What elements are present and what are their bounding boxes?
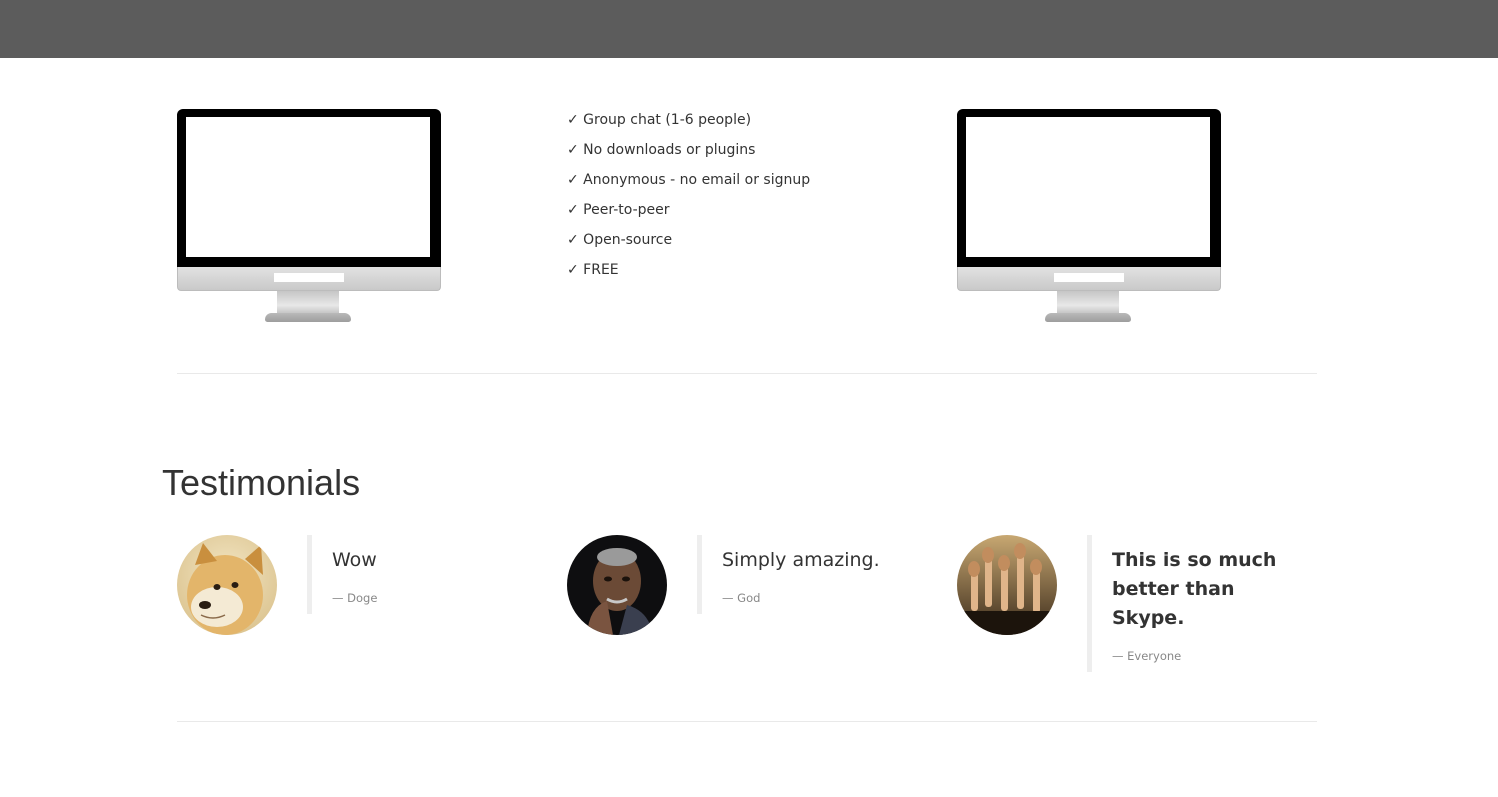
quote-author: — God (722, 591, 761, 605)
monitor-chin (177, 267, 441, 291)
feature-item: ✓ Peer-to-peer (567, 202, 670, 218)
top-navbar (0, 0, 1498, 58)
monitor-right (957, 109, 1221, 323)
section-title: Testimonials (162, 462, 361, 503)
monitor-left (177, 109, 441, 323)
quote-author: — Everyone (1112, 649, 1182, 663)
monitor-bezel (177, 109, 441, 267)
feature-item: ✓ FREE (567, 262, 619, 278)
monitor-base (1045, 313, 1131, 322)
monitor-screen (966, 117, 1210, 257)
monitor-stand (1057, 291, 1119, 315)
feature-item: ✓ Anonymous - no email or signup (567, 172, 811, 188)
monitor-base (265, 313, 351, 322)
feature-item: ✓ No downloads or plugins (567, 142, 756, 158)
testimonial-quote: This is so much better than Skype. — Eve… (1087, 535, 1312, 672)
monitor-logo-slot (1054, 273, 1124, 282)
monitor-screen (186, 117, 430, 257)
feature-item: ✓ Group chat (1-6 people) (567, 112, 752, 128)
monitor-bezel (957, 109, 1221, 267)
crowd-hands-avatar (957, 535, 1057, 635)
monitor-logo-slot (274, 273, 344, 282)
quote-text: This is so much better than Skype. (1112, 549, 1277, 629)
testimonial-quote: Simply amazing. — God (697, 535, 922, 614)
monitor-stand (277, 291, 339, 315)
quote-text: Wow (332, 549, 377, 571)
testimonial-card: Wow — Doge (177, 535, 537, 655)
monitor-chin (957, 267, 1221, 291)
testimonial-quote: Wow — Doge (307, 535, 532, 614)
doge-avatar (177, 535, 277, 635)
testimonial-card: Simply amazing. — God (567, 535, 927, 655)
quote-author: — Doge (332, 591, 378, 605)
man-portrait-avatar (567, 535, 667, 635)
feature-item: ✓ Open-source (567, 232, 673, 248)
divider (177, 721, 1317, 722)
quote-text: Simply amazing. (722, 549, 880, 571)
feature-list: ✓ Group chat (1-6 people) ✓ No downloads… (567, 108, 810, 288)
testimonial-card: This is so much better than Skype. — Eve… (957, 535, 1317, 672)
divider (177, 373, 1317, 374)
